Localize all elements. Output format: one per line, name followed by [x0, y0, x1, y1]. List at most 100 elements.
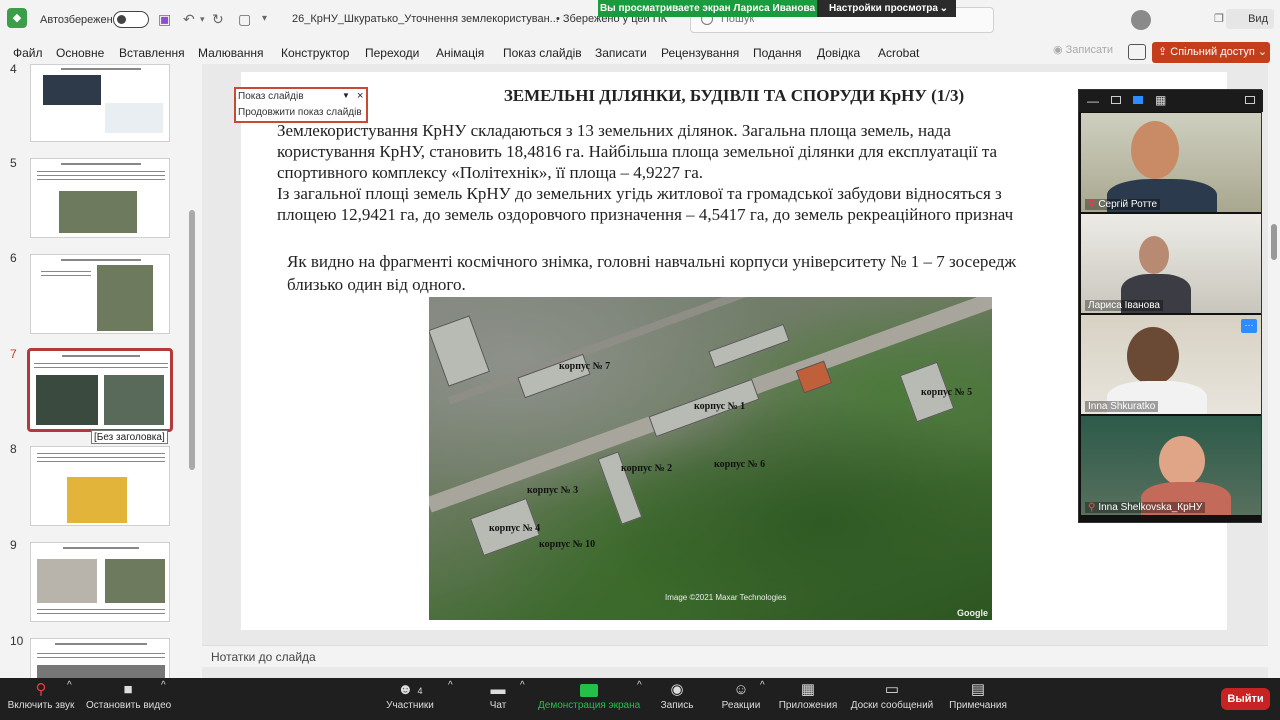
thumb-number: 6: [10, 251, 17, 265]
tab-transitions[interactable]: Переходи: [365, 46, 419, 60]
reactions-label: Реакции: [721, 700, 761, 711]
mic-muted-icon: ⚲: [1088, 199, 1096, 210]
tab-record[interactable]: Записати: [595, 46, 647, 60]
participant-tile[interactable]: Лариса Іванова: [1081, 214, 1261, 313]
start-slideshow-icon[interactable]: ▢: [238, 11, 251, 27]
tab-slideshow[interactable]: Показ слайдів: [503, 46, 582, 60]
thumbnails-scrollbar[interactable]: [188, 64, 196, 678]
scrollbar-thumb[interactable]: [189, 210, 195, 470]
unmute-label: Включить звук: [7, 700, 75, 711]
tab-insert[interactable]: Вставлення: [119, 46, 185, 60]
user-avatar[interactable]: [1131, 10, 1151, 30]
chevron-up-icon[interactable]: ^: [67, 680, 72, 691]
map-building: [708, 323, 790, 369]
restore-window-icon[interactable]: ❐: [1214, 11, 1224, 27]
notes-button[interactable]: ▤ Примечания: [948, 680, 1008, 711]
participant-tile[interactable]: ⚲ Inna Shelkovska_КрНУ: [1081, 416, 1261, 515]
leave-button[interactable]: Выйти: [1221, 688, 1270, 710]
thumb-text-line: [55, 643, 147, 645]
single-view-icon[interactable]: [1111, 96, 1121, 104]
save-icon[interactable]: ▣: [158, 11, 171, 27]
exit-minimize-icon[interactable]: [1245, 96, 1255, 104]
slide-notes[interactable]: Нотатки до слайда: [202, 645, 1268, 667]
thumb-text-line: [61, 68, 141, 70]
thumb-number: 4: [10, 64, 17, 76]
undo-dropdown-icon[interactable]: ▾: [200, 11, 205, 27]
meeting-toolbar: ⚲ Включить звук ^ ■ Остановить видео ^ ☻…: [0, 678, 1280, 720]
tab-home[interactable]: Основне: [56, 46, 104, 60]
tab-animations[interactable]: Анімація: [436, 46, 484, 60]
chevron-up-icon[interactable]: ^: [161, 680, 166, 691]
tab-review[interactable]: Рецензування: [661, 46, 739, 60]
notes-placeholder: Нотатки до слайда: [211, 650, 316, 664]
undo-icon[interactable]: ↶: [183, 11, 195, 27]
minimize-icon[interactable]: —: [1087, 94, 1099, 108]
thumb-text-line: [37, 609, 165, 610]
tab-acrobat[interactable]: Acrobat: [878, 46, 919, 60]
thumb-image: [105, 559, 165, 603]
map-label: корпус № 1: [694, 401, 746, 412]
apps-button[interactable]: ▦ Приложения: [778, 680, 838, 711]
stop-video-button[interactable]: ■ Остановить видео: [86, 680, 171, 711]
view-label: Вид: [1248, 13, 1268, 25]
chevron-up-icon[interactable]: ^: [760, 680, 765, 691]
thumb-image: [67, 477, 127, 523]
chevron-up-icon[interactable]: ^: [448, 680, 453, 691]
tab-design[interactable]: Конструктор: [281, 46, 349, 60]
strip-view-icon[interactable]: [1133, 96, 1143, 104]
slide-thumbnail-4[interactable]: [30, 64, 170, 142]
comments-icon[interactable]: [1128, 44, 1146, 60]
app-shield-icon[interactable]: ◆: [7, 8, 27, 28]
slide-thumbnail-9[interactable]: [30, 542, 170, 622]
chat-button[interactable]: ▬ Чат: [483, 680, 513, 711]
participant-video: [1139, 236, 1169, 274]
scrollbar-thumb[interactable]: [1271, 224, 1277, 260]
gallery-view-icon[interactable]: ▦: [1155, 93, 1166, 107]
tab-view[interactable]: Подання: [753, 46, 801, 60]
participants-count: 4: [417, 686, 423, 696]
thumb-number: 8: [10, 442, 17, 456]
popup-title: Показ слайдів: [238, 91, 304, 102]
autosave-toggle[interactable]: [113, 11, 149, 28]
thumb-text-line: [37, 171, 165, 172]
chevron-up-icon[interactable]: ^: [520, 680, 525, 691]
share-screen-button[interactable]: Демонстрация экрана: [538, 680, 640, 711]
apps-icon: ▦: [800, 681, 816, 698]
slide-thumbnail-6[interactable]: [30, 254, 170, 334]
tab-file[interactable]: Файл: [13, 46, 43, 60]
popup-dropdown-icon[interactable]: ▼: [342, 91, 350, 100]
thumb-text-line: [41, 271, 91, 272]
slide-thumbnails-panel: 4 5 6 7 [Без заголовка] 8 9 10: [0, 64, 200, 678]
participant-name-text: Inna Shelkovska_КрНУ: [1098, 502, 1203, 513]
record-button[interactable]: ◉ Записати: [1053, 43, 1113, 56]
unmute-button[interactable]: ⚲ Включить звук: [6, 680, 76, 711]
slide-thumbnail-5[interactable]: [30, 158, 170, 238]
resume-slideshow-link[interactable]: Продовжити показ слайдів: [238, 107, 362, 118]
slideshow-popup: Показ слайдів ▼ × Продовжити показ слайд…: [234, 87, 368, 123]
redo-icon[interactable]: ↻: [212, 11, 224, 27]
reactions-button[interactable]: ☺ Реакции: [720, 680, 762, 711]
notes-icon: ▤: [970, 681, 986, 698]
participant-tile[interactable]: ··· Inna Shkuratko: [1081, 315, 1261, 414]
customize-toolbar-icon[interactable]: ▾: [262, 11, 267, 27]
participant-name: ⚲ Inna Shelkovska_КрНУ: [1085, 502, 1206, 513]
whiteboards-button[interactable]: ▭ Доски сообщений: [850, 680, 934, 711]
more-options-icon[interactable]: ···: [1241, 319, 1257, 333]
chevron-up-icon[interactable]: ^: [637, 680, 642, 691]
share-button[interactable]: ⇪ Спільний доступ ⌄: [1152, 42, 1270, 63]
slide-thumbnail-10[interactable]: [30, 638, 170, 678]
tab-help[interactable]: Довідка: [817, 46, 860, 60]
view-button[interactable]: Вид: [1226, 9, 1274, 29]
participant-name: ⚲ Сергій Ротте: [1085, 199, 1161, 210]
thumb-text-line: [37, 179, 165, 180]
participants-button[interactable]: ☻ 4 Участники: [382, 680, 438, 711]
thumb-number: 7: [10, 347, 17, 361]
view-options-dropdown[interactable]: Настройки просмотра ⌄: [817, 0, 956, 17]
slide-thumbnail-8[interactable]: [30, 446, 170, 526]
tab-draw[interactable]: Малювання: [198, 46, 263, 60]
participant-tile[interactable]: ⚲ Сергій Ротте: [1081, 113, 1261, 212]
close-icon[interactable]: ×: [357, 90, 363, 102]
record-button[interactable]: ◉ Запись: [658, 680, 696, 711]
slide-scrollbar[interactable]: [1269, 64, 1280, 678]
slide-thumbnail-7-active[interactable]: [27, 348, 173, 432]
